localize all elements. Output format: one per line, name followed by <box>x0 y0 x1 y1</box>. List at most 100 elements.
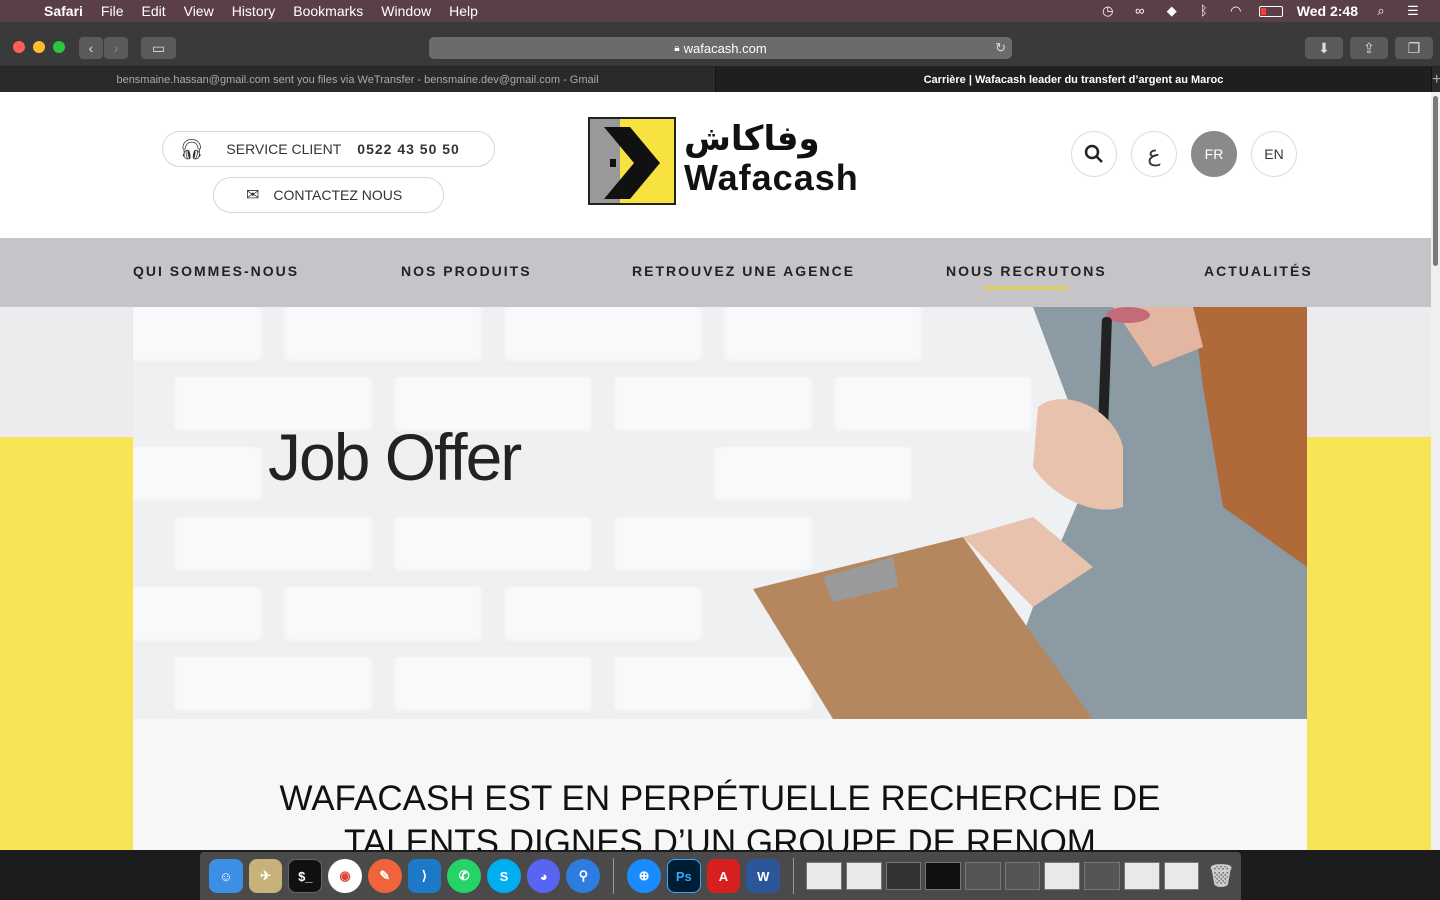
tab-wafacash[interactable]: Carrière | Wafacash leader du transfert … <box>716 67 1432 92</box>
nav-retrouvez-une-agence[interactable]: RETROUVEZ UNE AGENCE <box>632 263 855 279</box>
hero-banner: Job Offer <box>133 307 1307 719</box>
sketch-pencil-icon[interactable]: ✎ <box>367 859 402 893</box>
trash-icon[interactable]: 🗑︎ <box>1204 859 1238 893</box>
photoshop-icon[interactable]: Ps <box>666 859 701 893</box>
preview-icon[interactable]: ✈ <box>248 859 283 893</box>
menu-help[interactable]: Help <box>440 3 487 19</box>
envelope-icon: ✉ <box>246 187 260 204</box>
lock-icon: 🔒︎ <box>674 42 680 54</box>
scrollbar-thumb[interactable] <box>1433 96 1438 266</box>
reload-icon[interactable]: ↻ <box>995 40 1006 56</box>
safari-toolbar: ‹ › ▭ 🔒︎ wafacash.com ↻ ⬇ ⇪ ❐ <box>0 22 1440 67</box>
logo-mark <box>588 117 676 205</box>
minimized-window-thumbnail[interactable] <box>845 862 882 890</box>
download-icon: ⬇ <box>1318 39 1330 56</box>
address-bar[interactable]: 🔒︎ wafacash.com ↻ <box>429 37 1012 59</box>
service-client-pill[interactable]: 🎧︎ SERVICE CLIENT 0522 43 50 50 <box>162 131 495 167</box>
menubar-status-area: ◷ ∞ ◆ ᛒ ◠ Wed 2:48 ⌕ ☰ <box>1099 0 1440 22</box>
nav-nous-recrutons[interactable]: NOUS RECRUTONS <box>946 263 1107 289</box>
acrobat-icon[interactable]: A <box>706 859 741 893</box>
vscode-icon[interactable]: ⟩ <box>407 859 442 893</box>
zoom-window-button[interactable] <box>53 41 65 53</box>
creative-cloud-icon[interactable]: ∞ <box>1131 4 1149 18</box>
minimized-window-thumbnail[interactable] <box>1123 862 1160 890</box>
menu-file[interactable]: File <box>92 3 133 19</box>
macos-menubar: Safari File Edit View History Bookmarks … <box>0 0 1440 22</box>
bluetooth-icon[interactable]: ᛒ <box>1195 4 1213 18</box>
headline-line-2: TALENTS DIGNES D’UN GROUPE DE RENOM <box>344 823 1096 850</box>
chevron-left-icon: ‹ <box>88 40 94 56</box>
back-button[interactable]: ‹ <box>79 37 103 59</box>
time-machine-icon[interactable]: ◷ <box>1099 4 1117 18</box>
tab-bar: bensmaine.hassan@gmail.com sent you file… <box>0 67 1440 92</box>
finder-icon[interactable]: ☺ <box>209 859 243 893</box>
minimized-window-thumbnail[interactable] <box>1163 862 1200 890</box>
minimized-window-thumbnail[interactable] <box>1084 862 1120 890</box>
window-controls <box>13 41 65 53</box>
headline-line-1: WAFACASH EST EN PERPÉTUELLE RECHERCHE DE <box>279 779 1161 818</box>
sidebar-icon: ▭ <box>151 39 166 56</box>
tabs-icon: ❐ <box>1407 39 1421 56</box>
terminal-icon[interactable]: $_ <box>288 859 323 893</box>
content-section: WAFACASH EST EN PERPÉTUELLE RECHERCHE DE… <box>133 719 1307 850</box>
menubar-clock[interactable]: Wed 2:48 <box>1297 3 1358 19</box>
discord-icon[interactable]: ◕ <box>526 859 561 893</box>
forward-button[interactable]: › <box>104 37 128 59</box>
word-icon[interactable]: W <box>746 859 781 893</box>
contact-us-button[interactable]: ✉ CONTACTEZ NOUS <box>213 177 444 213</box>
safari-icon[interactable]: ⊕ <box>627 859 661 893</box>
close-window-button[interactable] <box>13 41 25 53</box>
menu-history[interactable]: History <box>223 3 285 19</box>
whatsapp-icon[interactable]: ✆ <box>447 859 482 893</box>
search-icon <box>1084 144 1103 163</box>
wafacash-logo[interactable]: وفاكاش Wafacash <box>588 117 858 205</box>
maps-pin-icon[interactable]: ⚲ <box>566 859 601 893</box>
main-nav: QUI SOMMES-NOUS NOS PRODUITS RETROUVEZ U… <box>0 238 1431 307</box>
nav-nos-produits[interactable]: NOS PRODUITS <box>401 263 532 279</box>
dropbox-icon[interactable]: ◆ <box>1163 4 1181 18</box>
hero-title: Job Offer <box>268 420 522 494</box>
minimized-window-thumbnail[interactable] <box>1004 862 1041 890</box>
page-headline: WAFACASH EST EN PERPÉTUELLE RECHERCHE DE… <box>133 777 1307 850</box>
skype-icon[interactable]: S <box>487 859 521 893</box>
share-icon: ⇪ <box>1363 39 1375 56</box>
woman-with-clipboard-illustration <box>753 307 1307 719</box>
tab-overview-button[interactable]: ❐ <box>1395 37 1433 59</box>
minimized-window-thumbnail[interactable] <box>885 862 922 890</box>
minimized-window-thumbnail[interactable] <box>806 862 842 890</box>
lang-en-button[interactable]: EN <box>1251 131 1297 177</box>
wifi-icon[interactable]: ◠ <box>1227 4 1245 18</box>
minimized-window-thumbnail[interactable] <box>925 862 961 890</box>
arabic-language-button[interactable]: ع <box>1131 131 1177 177</box>
sidebar-toggle-button[interactable]: ▭ <box>141 37 176 59</box>
logo-text: Wafacash <box>684 157 859 198</box>
url-text: wafacash.com <box>683 40 767 56</box>
page-scrollbar[interactable] <box>1431 92 1440 850</box>
nav-qui-sommes-nous[interactable]: QUI SOMMES-NOUS <box>133 263 299 279</box>
share-button[interactable]: ⇪ <box>1350 37 1388 59</box>
menu-app-name[interactable]: Safari <box>40 3 92 19</box>
menu-view[interactable]: View <box>175 3 223 19</box>
lang-fr-button[interactable]: FR <box>1191 131 1237 177</box>
minimized-window-thumbnail[interactable] <box>1044 862 1081 890</box>
battery-icon[interactable] <box>1258 5 1283 17</box>
dock-separator <box>613 858 615 894</box>
minimize-window-button[interactable] <box>33 41 45 53</box>
chevron-right-icon: › <box>113 40 119 56</box>
menu-edit[interactable]: Edit <box>132 3 174 19</box>
webpage: 🎧︎ SERVICE CLIENT 0522 43 50 50 ✉ CONTAC… <box>0 92 1431 850</box>
logo-arabic-text: وفاكاش <box>684 119 820 159</box>
minimized-window-thumbnail[interactable] <box>964 862 1001 890</box>
nav-actualites[interactable]: ACTUALITÉS <box>1204 263 1313 279</box>
tab-gmail[interactable]: bensmaine.hassan@gmail.com sent you file… <box>0 67 716 92</box>
downloads-button[interactable]: ⬇ <box>1305 37 1343 59</box>
search-button[interactable] <box>1071 131 1117 177</box>
new-tab-button[interactable]: + <box>1432 67 1440 92</box>
service-client-label: SERVICE CLIENT <box>226 141 342 157</box>
notification-center-icon[interactable]: ☰ <box>1404 4 1422 18</box>
spotlight-search-icon[interactable]: ⌕ <box>1372 4 1390 18</box>
plus-icon: + <box>1432 70 1440 88</box>
menu-window[interactable]: Window <box>372 3 440 19</box>
menu-bookmarks[interactable]: Bookmarks <box>284 3 372 19</box>
chrome-icon[interactable]: ◉ <box>328 859 362 893</box>
